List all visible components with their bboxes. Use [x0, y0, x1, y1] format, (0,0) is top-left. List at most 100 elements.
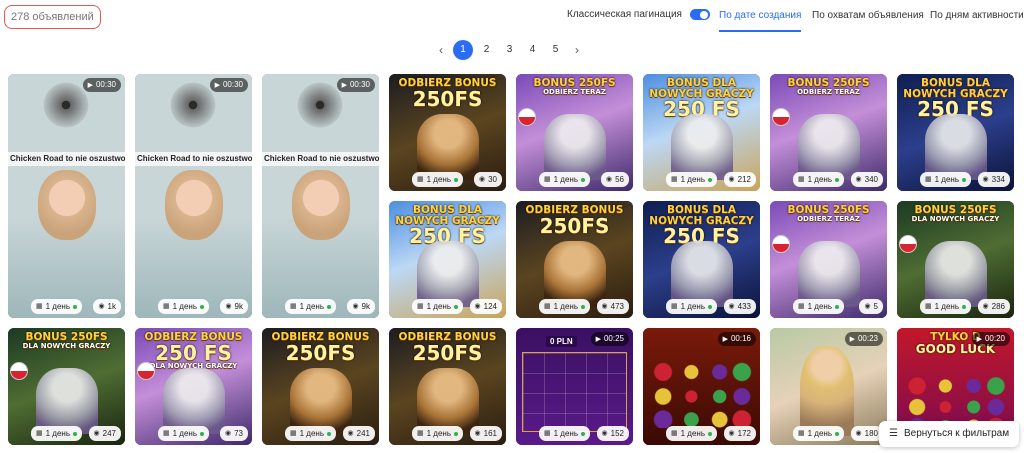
ad-card[interactable]: BONUS DLA NOWYCH GRACZY 250 FS ▦ 1 день ◉ 124	[389, 201, 506, 318]
calendar-icon: ▦	[798, 430, 805, 437]
page-2[interactable]: 2	[475, 40, 498, 60]
active-days-value: 1 день	[45, 429, 70, 438]
ad-card[interactable]: 0 PLN ▶ 00:25 ▦ 1 день ◉ 152	[516, 328, 633, 445]
video-duration-badge: ▶ 00:25	[590, 332, 629, 346]
active-status-dot	[835, 177, 839, 182]
eye-icon: ◉	[982, 303, 989, 310]
promo-text: BONUS 250FS DLA NOWYCH GRACZY	[897, 205, 1014, 223]
promo-line-3: ODBIERZ TERAZ	[543, 87, 606, 96]
active-days-value: 1 день	[426, 302, 451, 311]
active-days-value: 1 день	[934, 302, 959, 311]
chevron-right-icon[interactable]: ›	[567, 43, 587, 57]
eye-icon: ◉	[728, 176, 735, 183]
active-status-dot	[200, 431, 204, 436]
page-1[interactable]: 1	[453, 40, 473, 60]
calendar-icon: ▦	[163, 303, 170, 310]
page-4[interactable]: 4	[521, 40, 544, 60]
active-status-dot	[581, 304, 585, 309]
duration-value: 00:30	[222, 80, 243, 89]
play-icon: ▶	[722, 336, 728, 343]
ad-card[interactable]: ODBIERZ BONUS 250FS ▦ 1 день ◉ 241	[262, 328, 379, 445]
ad-card[interactable]: BONUS 250FS DLA NOWYCH GRACZY ▦ 1 день ◉ 247	[8, 328, 125, 445]
chevron-left-icon[interactable]: ‹	[431, 43, 451, 57]
deity-image	[417, 241, 479, 307]
active-status-dot	[73, 431, 77, 436]
active-status-dot	[581, 177, 585, 182]
calendar-icon: ▦	[925, 176, 932, 183]
promo-line-3: ODBIERZ TERAZ	[797, 214, 860, 223]
ad-card[interactable]: ODBIERZ BONUS 250FS ▦ 1 день ◉ 30	[389, 74, 506, 191]
views-badge: ◉ 241	[342, 426, 375, 441]
sort-by-active-days[interactable]: По дням активности	[930, 0, 1024, 32]
ad-card[interactable]: ODBIERZ BONUS 250 FS DLA NOWYCH GRACZY ▦ 1 д…	[135, 328, 252, 445]
ad-card[interactable]: ODBIERZ BONUS 250FS ▦ 1 день ◉ 473	[516, 201, 633, 318]
toggle-switch[interactable]	[689, 9, 710, 20]
deity-image	[290, 368, 352, 434]
active-days-badge: ▦1 день	[31, 426, 82, 441]
video-duration-badge: ▶ 00:30	[82, 78, 121, 92]
views-badge: ◉ 152	[596, 426, 629, 441]
active-days-badge: ▦1 день	[539, 426, 590, 441]
views-value: 172	[737, 429, 751, 438]
calendar-icon: ▦	[798, 176, 805, 183]
active-days-value: 1 день	[680, 175, 705, 184]
active-days-value: 1 день	[172, 429, 197, 438]
active-days-value: 1 день	[807, 302, 832, 311]
ad-card[interactable]: Chicken Road to nie oszustwo ▶ 00:30 ▦ 1 ден…	[135, 74, 252, 318]
ad-card[interactable]: BONUS 250FS ODBIERZ TERAZ ▦ 1 день ◉ 5	[770, 201, 887, 318]
ad-card[interactable]: BONUS 250FS ODBIERZ TERAZ ▦ 1 день ◉ 340	[770, 74, 887, 191]
calendar-icon: ▦	[544, 303, 551, 310]
video-caption: Chicken Road to nie oszustwo	[135, 152, 252, 166]
active-status-dot	[835, 431, 839, 436]
ad-card[interactable]: ▶ 00:16 ▦ 1 день ◉ 172	[643, 328, 760, 445]
calendar-icon: ▦	[163, 430, 170, 437]
calendar-icon: ▦	[671, 303, 678, 310]
promo-line-2: 250FS	[539, 213, 610, 238]
sort-by-reach[interactable]: По охватам объявления	[812, 0, 924, 32]
calendar-icon: ▦	[36, 303, 43, 310]
ad-card[interactable]: BONUS 250FS ODBIERZ TERAZ ▦ 1 день ◉ 56	[516, 74, 633, 191]
classic-pagination-label: Классическая пагинация	[567, 9, 682, 20]
poland-flag-icon	[772, 235, 790, 253]
active-days-value: 1 день	[172, 302, 197, 311]
views-value: 161	[483, 429, 497, 438]
ad-card[interactable]: Chicken Road to nie oszustwo ▶ 00:30 ▦ 1 ден…	[262, 74, 379, 318]
calendar-icon: ▦	[798, 303, 805, 310]
pagination: ‹ 1 2 3 4 5 ›	[431, 40, 587, 60]
eye-icon: ◉	[352, 303, 359, 310]
duration-value: 00:23	[857, 334, 878, 343]
sort-by-date[interactable]: По дате создания	[719, 0, 802, 32]
page-3[interactable]: 3	[498, 40, 521, 60]
eye-icon: ◉	[474, 303, 481, 310]
poland-flag-icon	[137, 362, 155, 380]
views-value: 340	[864, 175, 878, 184]
play-icon: ▶	[214, 82, 220, 89]
active-days-value: 1 день	[299, 429, 324, 438]
ad-card[interactable]: BONUS DLA NOWYCH GRACZY 250 FS ▦ 1 день ◉ 334	[897, 74, 1014, 191]
ad-card[interactable]: BONUS 250FS DLA NOWYCH GRACZY ▦ 1 день ◉ 286	[897, 201, 1014, 318]
person-image	[38, 170, 96, 240]
ad-card[interactable]: BONUS DLA NOWYCH GRACZY 250 FS ▦ 1 день ◉ 212	[643, 74, 760, 191]
page-5[interactable]: 5	[544, 40, 567, 60]
active-days-badge: ▦1 день	[412, 299, 463, 314]
active-days-badge: ▦1 день	[539, 299, 590, 314]
active-days-badge: ▦1 день	[31, 299, 82, 314]
active-days-badge: ▦1 день	[412, 426, 463, 441]
ad-card[interactable]: BONUS DLA NOWYCH GRACZY 250 FS ▦ 1 день ◉ 433	[643, 201, 760, 318]
ad-card[interactable]: Chicken Road to nie oszustwo ▶ 00:30 ▦ 1 ден…	[8, 74, 125, 318]
views-badge: ◉ 212	[723, 172, 756, 187]
classic-pagination-toggle[interactable]: Классическая пагинация	[567, 9, 710, 20]
promo-text: ODBIERZ BONUS 250FS	[262, 332, 379, 363]
views-badge: ◉ 340	[850, 172, 883, 187]
eye-icon: ◉	[855, 430, 862, 437]
ad-card[interactable]: ODBIERZ BONUS 250FS ▦ 1 день ◉ 161	[389, 328, 506, 445]
promo-text: BONUS DLA NOWYCH GRACZY 250 FS	[389, 205, 506, 246]
deity-image	[798, 241, 860, 307]
deity-image	[417, 114, 479, 180]
back-to-filters-button[interactable]: ☰ Вернуться к фильтрам	[879, 421, 1020, 447]
ad-card[interactable]: ▶ 00:23 ▦ 1 день ◉ 180	[770, 328, 887, 445]
video-duration-badge: ▶ 00:20	[971, 332, 1010, 346]
active-days-value: 1 день	[426, 429, 451, 438]
calendar-icon: ▦	[671, 430, 678, 437]
active-days-badge: ▦1 день	[285, 426, 336, 441]
